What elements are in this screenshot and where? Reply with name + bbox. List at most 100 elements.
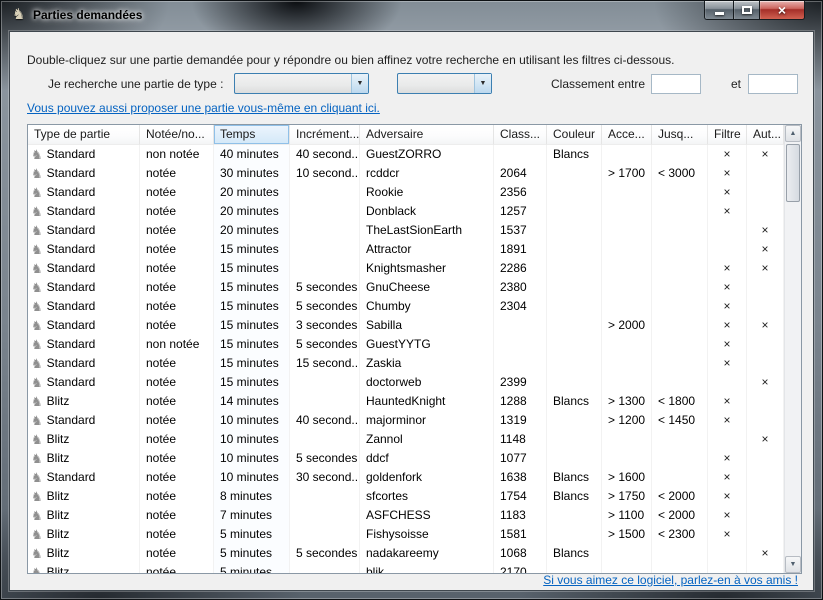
column-header-color[interactable]: Couleur: [547, 125, 602, 145]
cell-adversary: blik: [360, 563, 494, 573]
column-header-accept-min[interactable]: Acce...: [602, 125, 652, 145]
cell-filter: ×: [708, 449, 747, 468]
cell-increment: 40 second...: [290, 145, 360, 164]
cell-adversary: goldenfork: [360, 468, 494, 487]
minimize-button[interactable]: [704, 1, 733, 20]
column-header-type[interactable]: Type de partie: [28, 125, 140, 145]
cell-adversary: Fishysoisse: [360, 525, 494, 544]
table-row[interactable]: ♞Blitznotée7 minutesASFCHESS1183> 1100< …: [28, 506, 784, 525]
cell-type: ♞Blitz: [28, 487, 140, 506]
cell-adversary: TheLastSionEarth: [360, 221, 494, 240]
table-row[interactable]: ♞Standardnotée15 minutes3 secondesSabill…: [28, 316, 784, 335]
cell-type: ♞Standard: [28, 316, 140, 335]
cell-accept-max: < 3000: [652, 164, 708, 183]
table-row[interactable]: ♞Standardnotée30 minutes10 second...rcdd…: [28, 164, 784, 183]
cell-rating: 1183: [494, 506, 547, 525]
column-header-filter[interactable]: Filtre: [708, 125, 747, 145]
close-button[interactable]: ×: [760, 1, 805, 20]
games-table: Type de partieNotée/no...TempsIncrément.…: [27, 124, 802, 574]
column-header-rating[interactable]: Class...: [494, 125, 547, 145]
table-row[interactable]: ♞Standardnotée15 minutesKnightsmasher228…: [28, 259, 784, 278]
cell-accept-max: [652, 468, 708, 487]
cell-accept-max: [652, 145, 708, 164]
cell-increment: 5 secondes: [290, 297, 360, 316]
cell-type: ♞Standard: [28, 354, 140, 373]
cell-rating: 1537: [494, 221, 547, 240]
table-row[interactable]: ♞Standardnotée15 minutes15 second...Zask…: [28, 354, 784, 373]
game-type-select[interactable]: ▼: [234, 73, 369, 94]
column-header-rated[interactable]: Notée/no...: [140, 125, 214, 145]
column-header-increment[interactable]: Incrément...: [290, 125, 360, 145]
cell-increment: [290, 259, 360, 278]
share-link[interactable]: Si vous aimez ce logiciel, parlez-en à v…: [543, 573, 798, 587]
table-row[interactable]: ♞Standardnotée10 minutes30 second...gold…: [28, 468, 784, 487]
table-row[interactable]: ♞Standardnotée20 minutesDonblack1257×: [28, 202, 784, 221]
scroll-up-button[interactable]: ▲: [785, 125, 801, 142]
table-row[interactable]: ♞Standardnotée15 minutes5 secondesGnuChe…: [28, 278, 784, 297]
cell-rating: [494, 145, 547, 164]
table-row[interactable]: ♞Blitznotée5 minutesblik2170: [28, 563, 784, 573]
cell-time: 30 minutes: [214, 164, 290, 183]
cell-rating: 1148: [494, 430, 547, 449]
combo-dropdown-button[interactable]: ▼: [351, 74, 368, 93]
rating-min-input[interactable]: [651, 74, 701, 94]
table-row[interactable]: ♞Blitznotée5 minutes5 secondesnadakareem…: [28, 544, 784, 563]
cell-filter: ×: [708, 354, 747, 373]
cell-auto: ×: [747, 544, 784, 563]
combo-dropdown-button[interactable]: ▼: [474, 74, 491, 93]
cell-rated: notée: [140, 506, 214, 525]
cell-adversary: ASFCHESS: [360, 506, 494, 525]
cell-auto: [747, 297, 784, 316]
cell-type: ♞Standard: [28, 240, 140, 259]
cell-rating: 2304: [494, 297, 547, 316]
cell-rated: notée: [140, 487, 214, 506]
cell-rating: 1891: [494, 240, 547, 259]
column-header-adversary[interactable]: Adversaire: [360, 125, 494, 145]
knight-icon: ♞: [31, 186, 43, 199]
table-row[interactable]: ♞Standardnotée15 minutesAttractor1891×: [28, 240, 784, 259]
cell-accept-max: [652, 373, 708, 392]
table-row[interactable]: ♞Standardnotée15 minutes5 secondesChumby…: [28, 297, 784, 316]
rating-max-input[interactable]: [748, 74, 798, 94]
cell-color: Blancs: [547, 468, 602, 487]
cell-increment: [290, 373, 360, 392]
cell-filter: ×: [708, 145, 747, 164]
scrollbar-thumb[interactable]: [786, 144, 800, 202]
cell-rating: 1638: [494, 468, 547, 487]
table-row[interactable]: ♞Standardnotée20 minutesTheLastSionEarth…: [28, 221, 784, 240]
column-header-accept-max[interactable]: Jusq...: [652, 125, 708, 145]
cell-type: ♞Standard: [28, 259, 140, 278]
maximize-button[interactable]: [733, 1, 760, 20]
table-row[interactable]: ♞Blitznotée10 minutesZannol1148×: [28, 430, 784, 449]
table-row[interactable]: ♞Standardnotée10 minutes40 second...majo…: [28, 411, 784, 430]
cell-increment: [290, 392, 360, 411]
titlebar[interactable]: ♞ Parties demandées ×: [1, 1, 822, 31]
table-row[interactable]: ♞Standardnon notée15 minutes5 secondesGu…: [28, 335, 784, 354]
table-row[interactable]: ♞Standardnotée20 minutesRookie2356×: [28, 183, 784, 202]
column-header-auto[interactable]: Aut...: [747, 125, 784, 145]
cell-adversary: Chumby: [360, 297, 494, 316]
cell-color: [547, 259, 602, 278]
cell-auto: [747, 563, 784, 573]
knight-icon: ♞: [31, 262, 43, 275]
cell-rated: notée: [140, 164, 214, 183]
cell-filter: [708, 563, 747, 573]
table-row[interactable]: ♞Blitznotée8 minutessfcortes1754Blancs> …: [28, 487, 784, 506]
table-row[interactable]: ♞Blitznotée14 minutesHauntedKnight1288Bl…: [28, 392, 784, 411]
cell-color: Blancs: [547, 544, 602, 563]
cell-adversary: Zannol: [360, 430, 494, 449]
game-subtype-select[interactable]: ▼: [397, 73, 492, 94]
table-row[interactable]: ♞Blitznotée5 minutesFishysoisse1581> 150…: [28, 525, 784, 544]
table-row[interactable]: ♞Standardnon notée40 minutes40 second...…: [28, 145, 784, 164]
table-row[interactable]: ♞Standardnotée15 minutesdoctorweb2399×: [28, 373, 784, 392]
column-header-time[interactable]: Temps: [214, 125, 290, 145]
propose-game-link[interactable]: Vous pouvez aussi proposer une partie vo…: [27, 101, 380, 115]
scroll-down-button[interactable]: ▼: [785, 556, 801, 573]
cell-accept-max: [652, 354, 708, 373]
cell-increment: 10 second...: [290, 164, 360, 183]
table-row[interactable]: ♞Blitznotée10 minutes5 secondesddcf1077×: [28, 449, 784, 468]
cell-adversary: ddcf: [360, 449, 494, 468]
cell-time: 15 minutes: [214, 316, 290, 335]
cell-time: 10 minutes: [214, 468, 290, 487]
vertical-scrollbar[interactable]: ▲ ▼: [784, 125, 801, 573]
